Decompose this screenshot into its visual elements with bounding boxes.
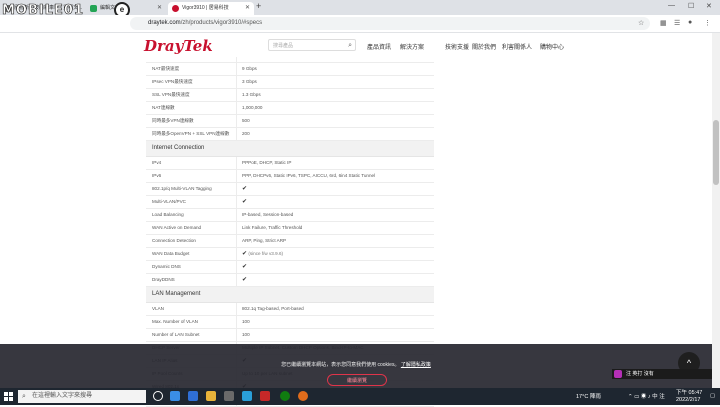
reading-list-icon[interactable]: ☰ [674, 19, 680, 27]
close-icon[interactable]: ✕ [157, 2, 162, 15]
nav-products[interactable]: 產品資訊 [367, 42, 391, 51]
site-header: DrayTek 搜尋產品 ⌕ 產品資訊 解決方案 技術支援 關於我們 利害關係人… [0, 33, 712, 57]
profile-icon[interactable]: ● [688, 19, 692, 26]
ime-icon [614, 370, 622, 378]
table-row: 同時最多VPN連線數 500 [146, 115, 434, 128]
folder-icon[interactable] [206, 391, 216, 401]
new-tab-button[interactable]: + [256, 1, 261, 11]
minimize-icon[interactable]: — [668, 2, 675, 9]
taskbar-search-placeholder: 在這裡輸入文字來搜尋 [32, 393, 93, 399]
page-scrollbar[interactable] [712, 33, 720, 388]
section-heading-lan: LAN Management [146, 287, 434, 303]
search-icon[interactable]: ⌕ [348, 40, 352, 52]
maximize-icon[interactable]: ☐ [688, 2, 694, 10]
table-row: IPv6 PPP, DHCPv6, Static IPv6, TSPC, AICC… [146, 170, 434, 183]
check-icon: ✔ [242, 251, 248, 257]
table-row: Multi-VLAN/PVC ✔ [146, 196, 434, 209]
task-app-icon[interactable] [188, 391, 198, 401]
section-heading-internet: Internet Connection [146, 141, 434, 157]
weather-status[interactable]: 17°C 陣雨 [576, 394, 601, 400]
close-icon[interactable]: ✕ [245, 2, 250, 15]
nav-stakeholders[interactable]: 利害關係人 [502, 42, 532, 51]
table-row: NAT最快速度 9 Gbps [146, 63, 434, 76]
firmware-note: (since f/w v3.9.6) [248, 251, 284, 256]
table-row: WAN Data Budget ✔ (since f/w v3.9.6) [146, 248, 434, 261]
browser-tab-label: Vigor3910 | 居易科技 [182, 5, 229, 11]
firefox-icon[interactable] [298, 391, 308, 401]
ime-status: 注 英打 沒有 [626, 371, 654, 377]
nav-about[interactable]: 關於我們 [472, 42, 496, 51]
table-row: DrayDDNS ✔ [146, 274, 434, 287]
check-icon: ✔ [242, 277, 248, 283]
windows-start-icon[interactable] [4, 392, 13, 401]
search-placeholder: 搜尋產品 [273, 43, 294, 49]
check-icon: ✔ [242, 186, 248, 192]
site-search-input[interactable]: 搜尋產品 ⌕ [268, 39, 356, 51]
table-row: 同時最多OpenVPN + SSL VPN連線數 200 [146, 128, 434, 141]
extension-icon[interactable]: ▦ [660, 19, 667, 27]
browser-tab-active[interactable]: Vigor3910 | 居易科技 ✕ [168, 2, 254, 15]
taskbar-search-input[interactable]: ⌕ 在這裡輸入文字來搜尋 [18, 390, 146, 403]
task-app-icon[interactable] [242, 391, 252, 401]
close-window-icon[interactable]: ✕ [706, 2, 712, 10]
table-row: IPv4 PPPoE, DHCP, Static IP [146, 157, 434, 170]
nav-support[interactable]: 技術支援 [445, 42, 469, 51]
table-row: 802.1p/q Multi-VLAN Tagging ✔ [146, 183, 434, 196]
scrollbar-thumb[interactable] [713, 120, 719, 185]
notification-icon[interactable]: ▢ [710, 393, 715, 399]
windows-taskbar: ⌕ 在這裡輸入文字來搜尋 17°C 陣雨 ⌃ ▭ ◉ ♪ 中 注 下午 05:4… [0, 388, 720, 405]
task-app-icon[interactable] [260, 391, 270, 401]
nav-shop[interactable]: 購物中心 [540, 42, 564, 51]
task-app-icon[interactable] [170, 391, 180, 401]
favicon-icon [172, 5, 179, 12]
draytek-logo[interactable]: DrayTek [144, 37, 213, 55]
address-bar[interactable]: draytek.com/zh/products/vigor3910/#specs [130, 17, 650, 30]
check-icon: ✔ [242, 264, 248, 270]
clock-date[interactable]: 2022/2/17 [676, 397, 700, 403]
table-row: Max. Number of VLAN 100 [146, 316, 434, 329]
cookie-text: 您已繼續瀏覽本網站，表示您同意我們使用 cookies。 了解隱私政策 [281, 362, 431, 368]
task-view-icon[interactable] [153, 391, 163, 401]
privacy-policy-link[interactable]: 了解隱私政策 [401, 362, 431, 368]
star-icon[interactable]: ☆ [638, 19, 644, 27]
chevron-up-icon: ^ [686, 358, 692, 368]
browser-tab-strip: 廢物新加坡的新車製 | 買明文... 編輯文章 ✕ Vigor3910 | 居易… [0, 0, 720, 15]
table-row: NAT連線數 1,000,000 [146, 102, 434, 115]
ime-toolbar[interactable]: 注 英打 沒有 [612, 369, 712, 379]
store-icon[interactable] [224, 391, 234, 401]
table-row: VLAN 802.1q Tag-based, Port-based [146, 303, 434, 316]
table-row: Dynamic DNS ✔ [146, 261, 434, 274]
check-icon: ✔ [242, 199, 248, 205]
table-row: Load Balancing IP-based, Session-based [146, 209, 434, 222]
table-row: IPsec VPN最快速度 3 Gbps [146, 76, 434, 89]
table-row: SSL VPN最快速度 1.3 Gbps [146, 89, 434, 102]
browser-toolbar: 🔒 draytek.com/zh/products/vigor3910/#spe… [0, 15, 720, 33]
menu-icon[interactable]: ⋮ [704, 19, 711, 27]
xbox-icon[interactable] [280, 391, 290, 401]
clock-time[interactable]: 下午 05:47 [676, 390, 702, 396]
cookie-agree-button[interactable]: 繼續瀏覽 [327, 374, 387, 386]
table-row: Connection Detection ARP, Ping, Strict AR… [146, 235, 434, 248]
table-row: Number of LAN Subnet 100 [146, 329, 434, 342]
favicon-icon [90, 5, 97, 12]
address-path: /zh/products/vigor3910/#specs [180, 20, 263, 26]
table-row: WAN Active on Demand Link Failure, Traffi… [146, 222, 434, 235]
address-host: draytek.com [148, 20, 181, 26]
nav-solutions[interactable]: 解決方案 [400, 42, 424, 51]
tray-icons[interactable]: ⌃ ▭ ◉ ♪ 中 注 [628, 394, 665, 400]
search-icon: ⌕ [22, 393, 26, 400]
